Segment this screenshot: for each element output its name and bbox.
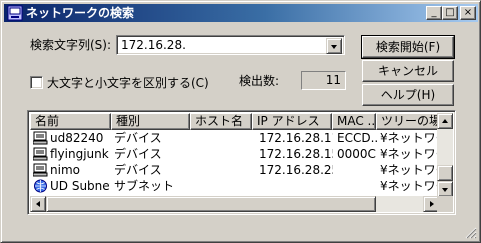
scrollbar-corner — [437, 196, 453, 212]
row-tree: ¥ネットワー — [380, 131, 439, 145]
globe-icon — [34, 179, 47, 193]
case-sensitive-label[interactable]: 大文字と小文字を区別する(C) — [47, 75, 209, 91]
close-button[interactable]: × — [460, 6, 476, 20]
case-sensitive-checkbox[interactable] — [30, 76, 43, 89]
maximize-icon: □ — [445, 7, 455, 18]
column-header-ip[interactable]: IP アドレス — [252, 113, 332, 130]
result-count-value: 11 — [301, 71, 346, 90]
minimize-button[interactable]: _ — [426, 6, 442, 20]
computer-icon — [33, 147, 48, 161]
title-bar[interactable]: ネットワークの検索 _ □ × — [4, 4, 478, 22]
cancel-button[interactable]: キャンセル — [362, 60, 454, 82]
arrow-right-icon — [430, 201, 434, 207]
column-header-mac[interactable]: MAC ... — [332, 113, 376, 130]
column-header-type[interactable]: 種別 — [111, 113, 190, 130]
search-combobox[interactable]: 172.16.28. — [116, 35, 345, 55]
row-name: ud82240 — [50, 131, 104, 145]
row-name: flyingjunk — [50, 147, 109, 161]
table-row[interactable]: nimo デバイス 172.16.28.251 ¥ネットワー — [30, 162, 439, 178]
close-icon: × — [463, 7, 473, 18]
row-tree: ¥ネットワー — [380, 147, 439, 161]
search-input[interactable]: 172.16.28. — [121, 37, 186, 53]
table-row[interactable]: flyingjunk デバイス 172.16.28.150 0000C... ¥… — [30, 146, 439, 162]
scroll-up-button[interactable] — [437, 113, 453, 129]
column-header-name[interactable]: 名前 — [30, 113, 111, 130]
row-mac: ECCD... — [337, 131, 377, 145]
search-label: 検索文字列(S): — [30, 38, 112, 52]
start-search-button[interactable]: 検索開始(F) — [361, 35, 455, 59]
results-list[interactable]: 名前 種別 ホスト名 IP アドレス MAC ... ツリーの場 ud82240… — [27, 110, 456, 215]
scroll-left-button[interactable] — [30, 196, 46, 212]
row-mac: 0000C... — [337, 147, 377, 161]
arrow-down-icon — [442, 188, 448, 192]
result-count-label: 検出数: — [239, 74, 280, 88]
row-ip: 172.16.28.150 — [259, 147, 333, 161]
vertical-scrollbar[interactable] — [437, 113, 453, 197]
help-button[interactable]: ヘルプ(H) — [362, 84, 454, 106]
arrow-up-icon — [442, 119, 448, 123]
row-tree: ¥ネットワー — [380, 179, 439, 193]
window-title: ネットワークの検索 — [26, 6, 135, 20]
row-name: UD Subnet — [50, 179, 110, 193]
maximize-button[interactable]: □ — [442, 6, 458, 20]
minimize-icon: _ — [431, 7, 437, 18]
horizontal-scroll-thumb[interactable] — [46, 196, 376, 212]
row-name: nimo — [50, 163, 80, 177]
horizontal-scrollbar[interactable] — [30, 196, 439, 212]
scroll-down-button[interactable] — [437, 181, 453, 197]
search-network-dialog: ネットワークの検索 _ □ × 検索文字列(S): 172.16.28. 大文字… — [0, 0, 481, 243]
row-tree: ¥ネットワー — [380, 163, 439, 177]
column-header-tree[interactable]: ツリーの場 — [376, 113, 439, 130]
row-type: デバイス — [114, 131, 162, 145]
row-type: サブネット — [114, 179, 175, 193]
resize-grip-icon[interactable] — [465, 227, 477, 239]
table-row[interactable]: UD Subnet サブネット ¥ネットワー — [30, 178, 439, 194]
app-icon — [7, 5, 23, 21]
search-dropdown-button[interactable] — [326, 38, 342, 54]
vertical-scroll-thumb[interactable] — [437, 165, 453, 181]
computer-icon — [33, 131, 48, 145]
arrow-left-icon — [36, 201, 40, 207]
column-header-hostname[interactable]: ホスト名 — [190, 113, 252, 130]
row-type: デバイス — [114, 163, 162, 177]
computer-icon — [33, 163, 48, 177]
row-type: デバイス — [114, 147, 162, 161]
table-row[interactable]: ud82240 デバイス 172.16.28.110 ECCD... ¥ネットワ… — [30, 130, 439, 146]
chevron-down-icon — [331, 45, 337, 49]
row-ip: 172.16.28.110 — [259, 131, 333, 145]
row-ip: 172.16.28.251 — [259, 163, 333, 177]
list-rows: ud82240 デバイス 172.16.28.110 ECCD... ¥ネットワ… — [30, 130, 439, 198]
